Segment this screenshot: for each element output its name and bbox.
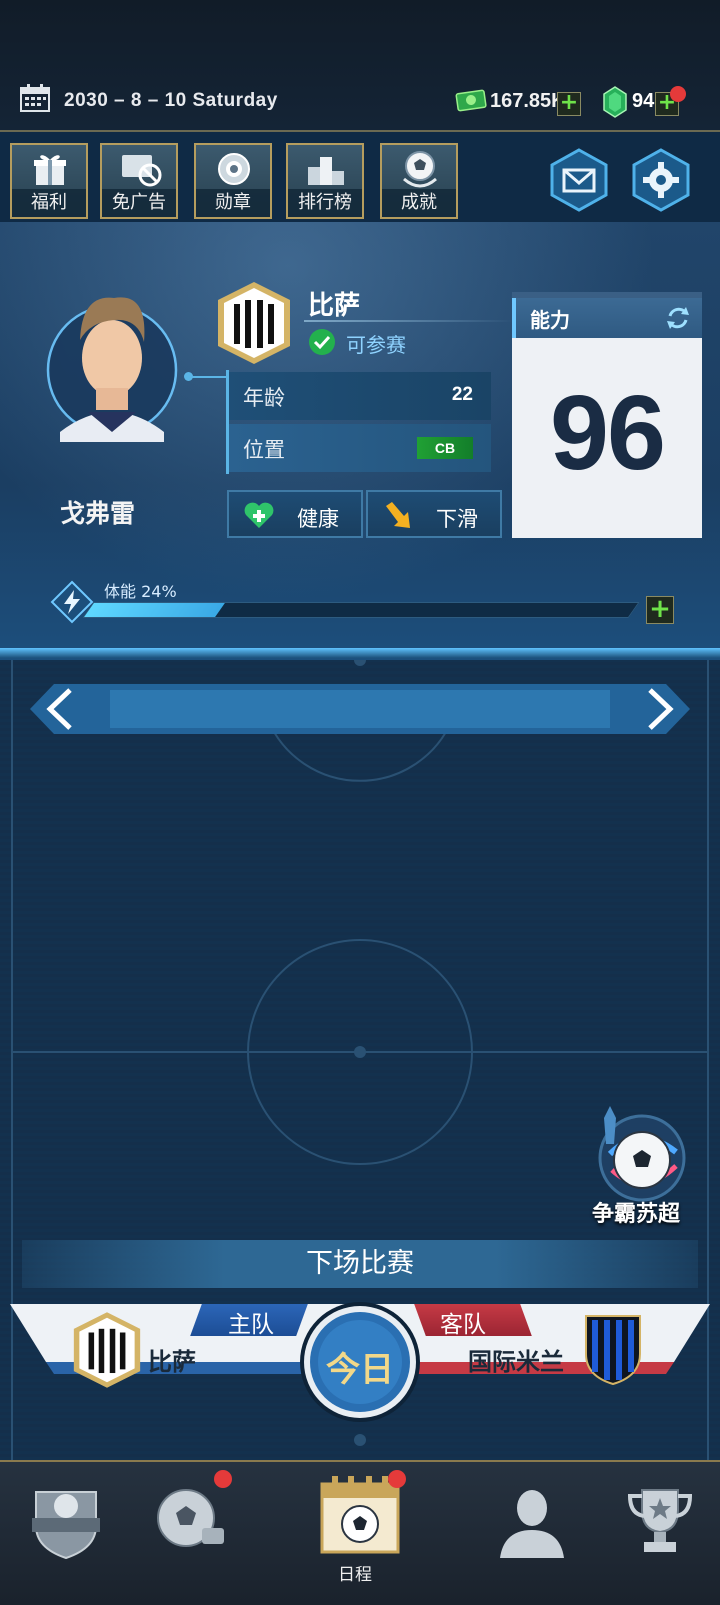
- next-arrow-button[interactable]: [630, 684, 690, 734]
- gem-notification-dot: [670, 86, 686, 102]
- eligibility-status: 可参赛: [346, 333, 406, 357]
- add-cash-button[interactable]: +: [557, 92, 581, 116]
- away-tag-label: 客队: [440, 1312, 486, 1338]
- training-notification-dot: [214, 1470, 232, 1488]
- welfare-button[interactable]: 福利: [10, 143, 88, 219]
- game-date: 2030 – 8 – 10 Saturday: [64, 90, 278, 111]
- away-team-badge-icon: [585, 1315, 641, 1386]
- position-badge: CB: [417, 437, 473, 459]
- mail-button[interactable]: [548, 148, 610, 212]
- schedule-icon: [320, 1476, 400, 1554]
- ability-header: 能力: [512, 298, 702, 338]
- age-label: 年龄: [243, 386, 285, 410]
- previous-arrow-button[interactable]: [30, 684, 90, 734]
- position-label: 位置: [243, 438, 285, 462]
- leaderboard-label: 排行榜: [288, 189, 362, 217]
- ability-title: 能力: [530, 308, 570, 332]
- schedule-notification-dot: [388, 1470, 406, 1488]
- achievement-label: 成就: [382, 189, 456, 217]
- player-info-table: 年龄 22 位置 CB: [226, 370, 491, 474]
- medal-label: 勋章: [196, 189, 270, 217]
- calendar-icon: [20, 84, 50, 112]
- form-button[interactable]: 下滑: [366, 490, 502, 538]
- league-label[interactable]: 争霸苏超: [592, 1196, 680, 1228]
- add-stamina-button[interactable]: +: [646, 596, 674, 624]
- schedule-label: 日程: [338, 1565, 372, 1585]
- settings-button[interactable]: [630, 148, 692, 212]
- home-team-name: 比萨: [148, 1348, 196, 1376]
- nav-club-button[interactable]: [24, 1478, 108, 1562]
- form-label: 下滑: [436, 507, 478, 531]
- stamina-bar: [82, 602, 640, 618]
- gift-icon: [34, 155, 66, 185]
- no-ads-button[interactable]: 免广告: [100, 143, 178, 219]
- health-label: 健康: [297, 507, 339, 531]
- arrow-down-right-icon: [386, 502, 410, 528]
- welfare-label: 福利: [12, 189, 86, 217]
- check-icon: [309, 329, 335, 355]
- cash-amount: 167.85K: [490, 90, 566, 112]
- ability-value: 96: [550, 374, 666, 492]
- gem-amount: 94: [632, 90, 655, 112]
- home-team-badge-icon: [73, 1312, 141, 1388]
- heart-plus-icon: [244, 502, 274, 528]
- home-tag-label: 主队: [228, 1312, 274, 1338]
- health-button[interactable]: 健康: [227, 490, 363, 538]
- player-avatar[interactable]: [30, 262, 190, 442]
- next-match-header: 下场比赛: [22, 1240, 698, 1288]
- hero-divider: [0, 648, 720, 658]
- soccer-ball-icon: [613, 1131, 671, 1189]
- achievement-icon: [403, 151, 437, 188]
- next-match-title: 下场比赛: [306, 1248, 414, 1279]
- nav-schedule-button[interactable]: [318, 1474, 402, 1558]
- pitch-navigation-bar: [30, 684, 690, 734]
- position-row: 位置 CB: [229, 424, 491, 472]
- leaderboard-button[interactable]: 排行榜: [286, 143, 364, 219]
- training-icon: [157, 1489, 224, 1547]
- no-ads-label: 免广告: [102, 189, 176, 217]
- nav-training-button[interactable]: [150, 1478, 234, 1562]
- away-team-name: 国际米兰: [468, 1348, 564, 1376]
- refresh-icon[interactable]: [664, 304, 692, 332]
- ability-card: 能力 96: [512, 292, 702, 538]
- nav-trophy-button[interactable]: [618, 1478, 702, 1562]
- nav-player-button[interactable]: [490, 1478, 574, 1562]
- medal-button[interactable]: 勋章: [194, 143, 272, 219]
- gem-icon: [603, 86, 627, 118]
- club-name: 比萨: [308, 291, 361, 321]
- connector-line: [190, 376, 226, 378]
- age-row: 年龄 22: [229, 372, 491, 420]
- player-icon: [500, 1490, 564, 1558]
- club-badge-icon: [218, 282, 290, 364]
- achievement-button[interactable]: 成就: [380, 143, 458, 219]
- age-value: 22: [451, 384, 473, 405]
- stamina-bar-fill: [84, 603, 225, 617]
- no-ads-icon: [122, 155, 162, 187]
- player-name: 戈弗雷: [60, 499, 136, 528]
- club-divider: [304, 320, 514, 322]
- leaderboard-icon: [308, 157, 344, 185]
- cash-icon: [455, 89, 487, 112]
- club-icon: [32, 1491, 100, 1560]
- trophy-icon: [627, 1489, 693, 1552]
- medal-icon: [218, 153, 250, 185]
- stamina-label: 体能 24%: [104, 582, 177, 601]
- today-label[interactable]: 今日: [298, 1342, 422, 1391]
